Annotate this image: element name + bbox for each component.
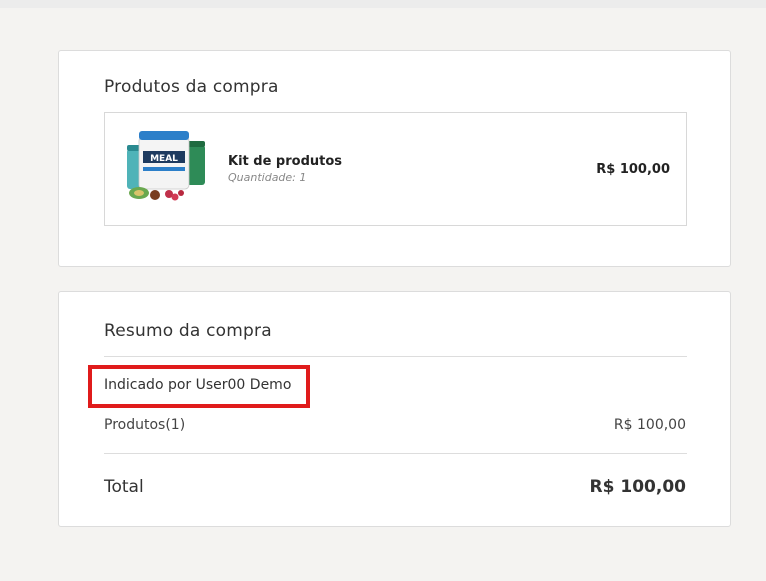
product-name: Kit de produtos	[228, 154, 343, 169]
total-label: Total	[104, 477, 144, 497]
top-bar	[0, 0, 766, 8]
divider	[104, 356, 687, 357]
product-item: MEAL Kit de produtos Quantidade: 1 R$ 10…	[104, 112, 687, 226]
divider	[104, 453, 687, 454]
products-card-title: Produtos da compra	[104, 77, 279, 97]
svg-text:MEAL: MEAL	[150, 154, 178, 164]
product-price: R$ 100,00	[596, 162, 670, 177]
products-subtotal: R$ 100,00	[613, 417, 686, 433]
products-card: Produtos da compra MEAL Kit de produtos …	[58, 50, 731, 267]
product-quantity: Quantidade: 1	[228, 171, 307, 184]
products-count-label: Produtos(1)	[104, 417, 186, 433]
summary-card: Resumo da compra Indicado por User00 Dem…	[58, 291, 731, 527]
total-value: R$ 100,00	[589, 477, 686, 497]
product-thumbnail: MEAL	[127, 131, 205, 201]
referral-text: Indicado por User00 Demo	[104, 377, 292, 393]
summary-card-title: Resumo da compra	[104, 321, 272, 341]
